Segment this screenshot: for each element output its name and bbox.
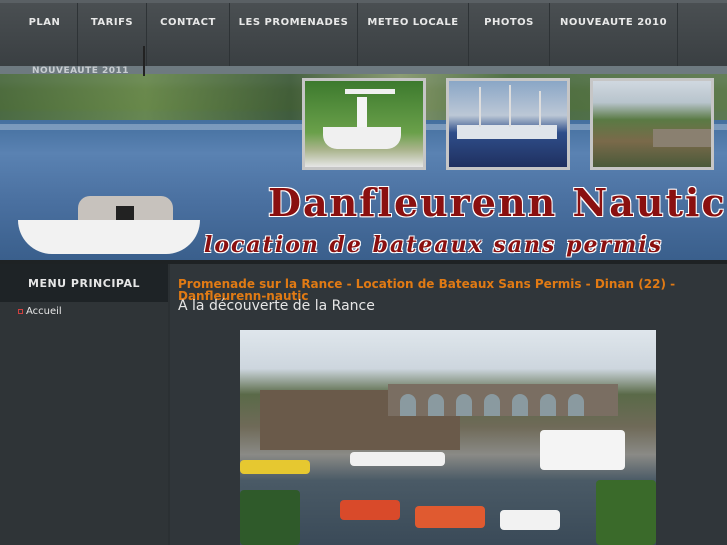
banner-boat-image <box>18 196 200 254</box>
banner-photo-viaduct <box>590 78 714 170</box>
article-photo <box>240 330 656 545</box>
nav-item-meteo-locale[interactable]: METEO LOCALE <box>358 3 469 66</box>
dropdown-connector <box>143 46 145 76</box>
nav-item-tarifs[interactable]: TARIFS <box>78 3 147 66</box>
nav-label-plan: PLAN <box>28 17 61 28</box>
nav-label-tarifs: TARIFS <box>90 17 134 28</box>
banner-photo-boat <box>302 78 426 170</box>
nav-item-contact[interactable]: CONTACT <box>147 3 230 66</box>
nav-label-contact: CONTACT <box>160 17 216 28</box>
sidebar: MENU PRINCIPAL Accueil <box>0 264 168 545</box>
sidebar-item-label: Accueil <box>26 306 62 317</box>
sidebar-heading: MENU PRINCIPAL <box>0 264 168 302</box>
nav-label-meteo-locale: METEO LOCALE <box>367 17 459 28</box>
banner-tagline: location de bateaux sans permis <box>204 232 664 258</box>
main-content: Promenade sur la Rance - Location de Bat… <box>170 264 727 545</box>
nav-item-nouveaute-2010[interactable]: NOUVEAUTE 2010 <box>550 3 678 66</box>
header-banner: Danfleurenn Nautic location de bateaux s… <box>0 66 727 260</box>
banner-photo-harbour <box>446 78 570 170</box>
nav-label-photos: PHOTOS <box>484 17 534 28</box>
article-subtitle: A la découverte de la Rance <box>178 298 375 314</box>
nav-label-les-promenades: LES PROMENADES <box>238 17 349 28</box>
nav-dropdown-nouveaute-2011[interactable]: NOUVEAUTE 2011 <box>32 66 129 76</box>
nav-item-les-promenades[interactable]: LES PROMENADES <box>230 3 358 66</box>
banner-title: Danfleurenn Nautic <box>268 180 727 225</box>
nav-item-plan[interactable]: PLAN <box>12 3 78 66</box>
nav-label-nouveaute-2010: NOUVEAUTE 2010 <box>559 17 668 28</box>
sidebar-item-accueil[interactable]: Accueil <box>18 306 62 317</box>
top-navigation: PLAN TARIFS CONTACT LES PROMENADES METEO… <box>0 0 727 66</box>
nav-item-photos[interactable]: PHOTOS <box>469 3 550 66</box>
bullet-icon <box>18 309 23 314</box>
